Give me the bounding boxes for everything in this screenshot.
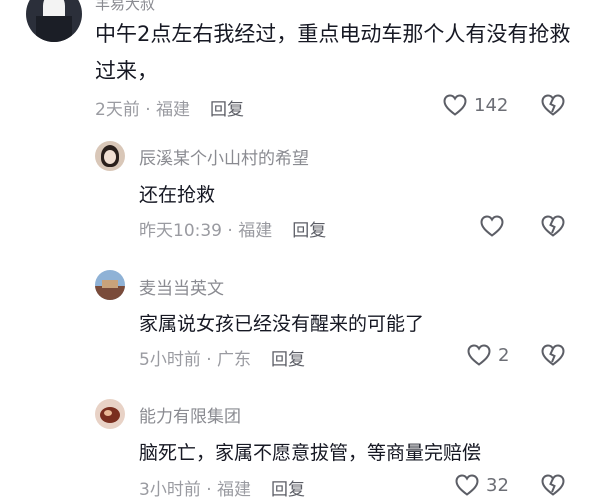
dislike-button[interactable] bbox=[540, 473, 566, 497]
comment-time: 3小时前 bbox=[139, 480, 201, 500]
heart-icon bbox=[479, 214, 505, 238]
comment-location: 福建 bbox=[217, 480, 252, 500]
comment-author[interactable]: 麦当当英文 bbox=[139, 274, 224, 299]
like-count: 2 bbox=[498, 344, 510, 366]
like-count: 32 bbox=[486, 474, 509, 496]
comment-text: 家属说女孩已经没有醒来的可能了 bbox=[139, 313, 425, 335]
reply-button[interactable]: 回复 bbox=[292, 221, 326, 241]
meta-separator: · bbox=[139, 100, 157, 120]
comment-author[interactable]: 羊易大叔 bbox=[95, 0, 155, 14]
comment-meta: 昨天10:39 · 福建 回复 bbox=[139, 216, 326, 241]
like-button[interactable]: 32 bbox=[454, 473, 509, 497]
like-button[interactable] bbox=[479, 214, 511, 238]
avatar[interactable] bbox=[26, 0, 82, 42]
meta-separator: · bbox=[222, 221, 239, 241]
dislike-button[interactable] bbox=[540, 214, 566, 238]
like-button[interactable]: 2 bbox=[466, 343, 509, 367]
comment-text: 中午2点左右我经过，重点电动车那个人有没有抢救过来， bbox=[95, 22, 571, 83]
dislike-button[interactable] bbox=[540, 93, 566, 117]
heart-icon bbox=[454, 473, 480, 497]
heart-icon bbox=[466, 343, 492, 367]
like-button[interactable]: 142 bbox=[442, 93, 508, 117]
comment-meta: 2天前 · 福建 回复 bbox=[95, 95, 244, 120]
comment-text: 脑死亡，家属不愿意拔管，等商量完赔偿 bbox=[139, 442, 482, 464]
reply-button[interactable]: 回复 bbox=[271, 480, 305, 500]
comment-time: 2天前 bbox=[95, 100, 140, 120]
comment-meta: 3小时前 · 福建 回复 bbox=[139, 475, 305, 500]
broken-heart-icon bbox=[541, 344, 565, 366]
broken-heart-icon bbox=[541, 215, 565, 237]
avatar[interactable] bbox=[95, 141, 125, 171]
comment-author[interactable]: 辰溪某个小山村的希望 bbox=[139, 144, 309, 169]
comment-location: 福建 bbox=[156, 100, 191, 120]
dislike-button[interactable] bbox=[540, 343, 566, 367]
broken-heart-icon bbox=[541, 94, 565, 116]
meta-separator: · bbox=[200, 480, 218, 500]
comment-text: 还在抢救 bbox=[139, 184, 216, 206]
avatar[interactable] bbox=[95, 399, 125, 429]
meta-separator: · bbox=[200, 350, 218, 370]
broken-heart-icon bbox=[541, 474, 565, 496]
like-count: 142 bbox=[474, 94, 509, 116]
comment-author[interactable]: 能力有限集团 bbox=[139, 402, 241, 427]
comment-time: 昨天10:39 bbox=[139, 221, 222, 241]
avatar[interactable] bbox=[95, 270, 125, 300]
comment-time: 5小时前 bbox=[139, 350, 201, 370]
comment-meta: 5小时前 · 广东 回复 bbox=[139, 345, 305, 370]
comment-location: 福建 bbox=[238, 221, 273, 241]
reply-button[interactable]: 回复 bbox=[210, 100, 244, 120]
comment-location: 广东 bbox=[217, 350, 252, 370]
heart-icon bbox=[442, 93, 468, 117]
reply-button[interactable]: 回复 bbox=[271, 350, 305, 370]
